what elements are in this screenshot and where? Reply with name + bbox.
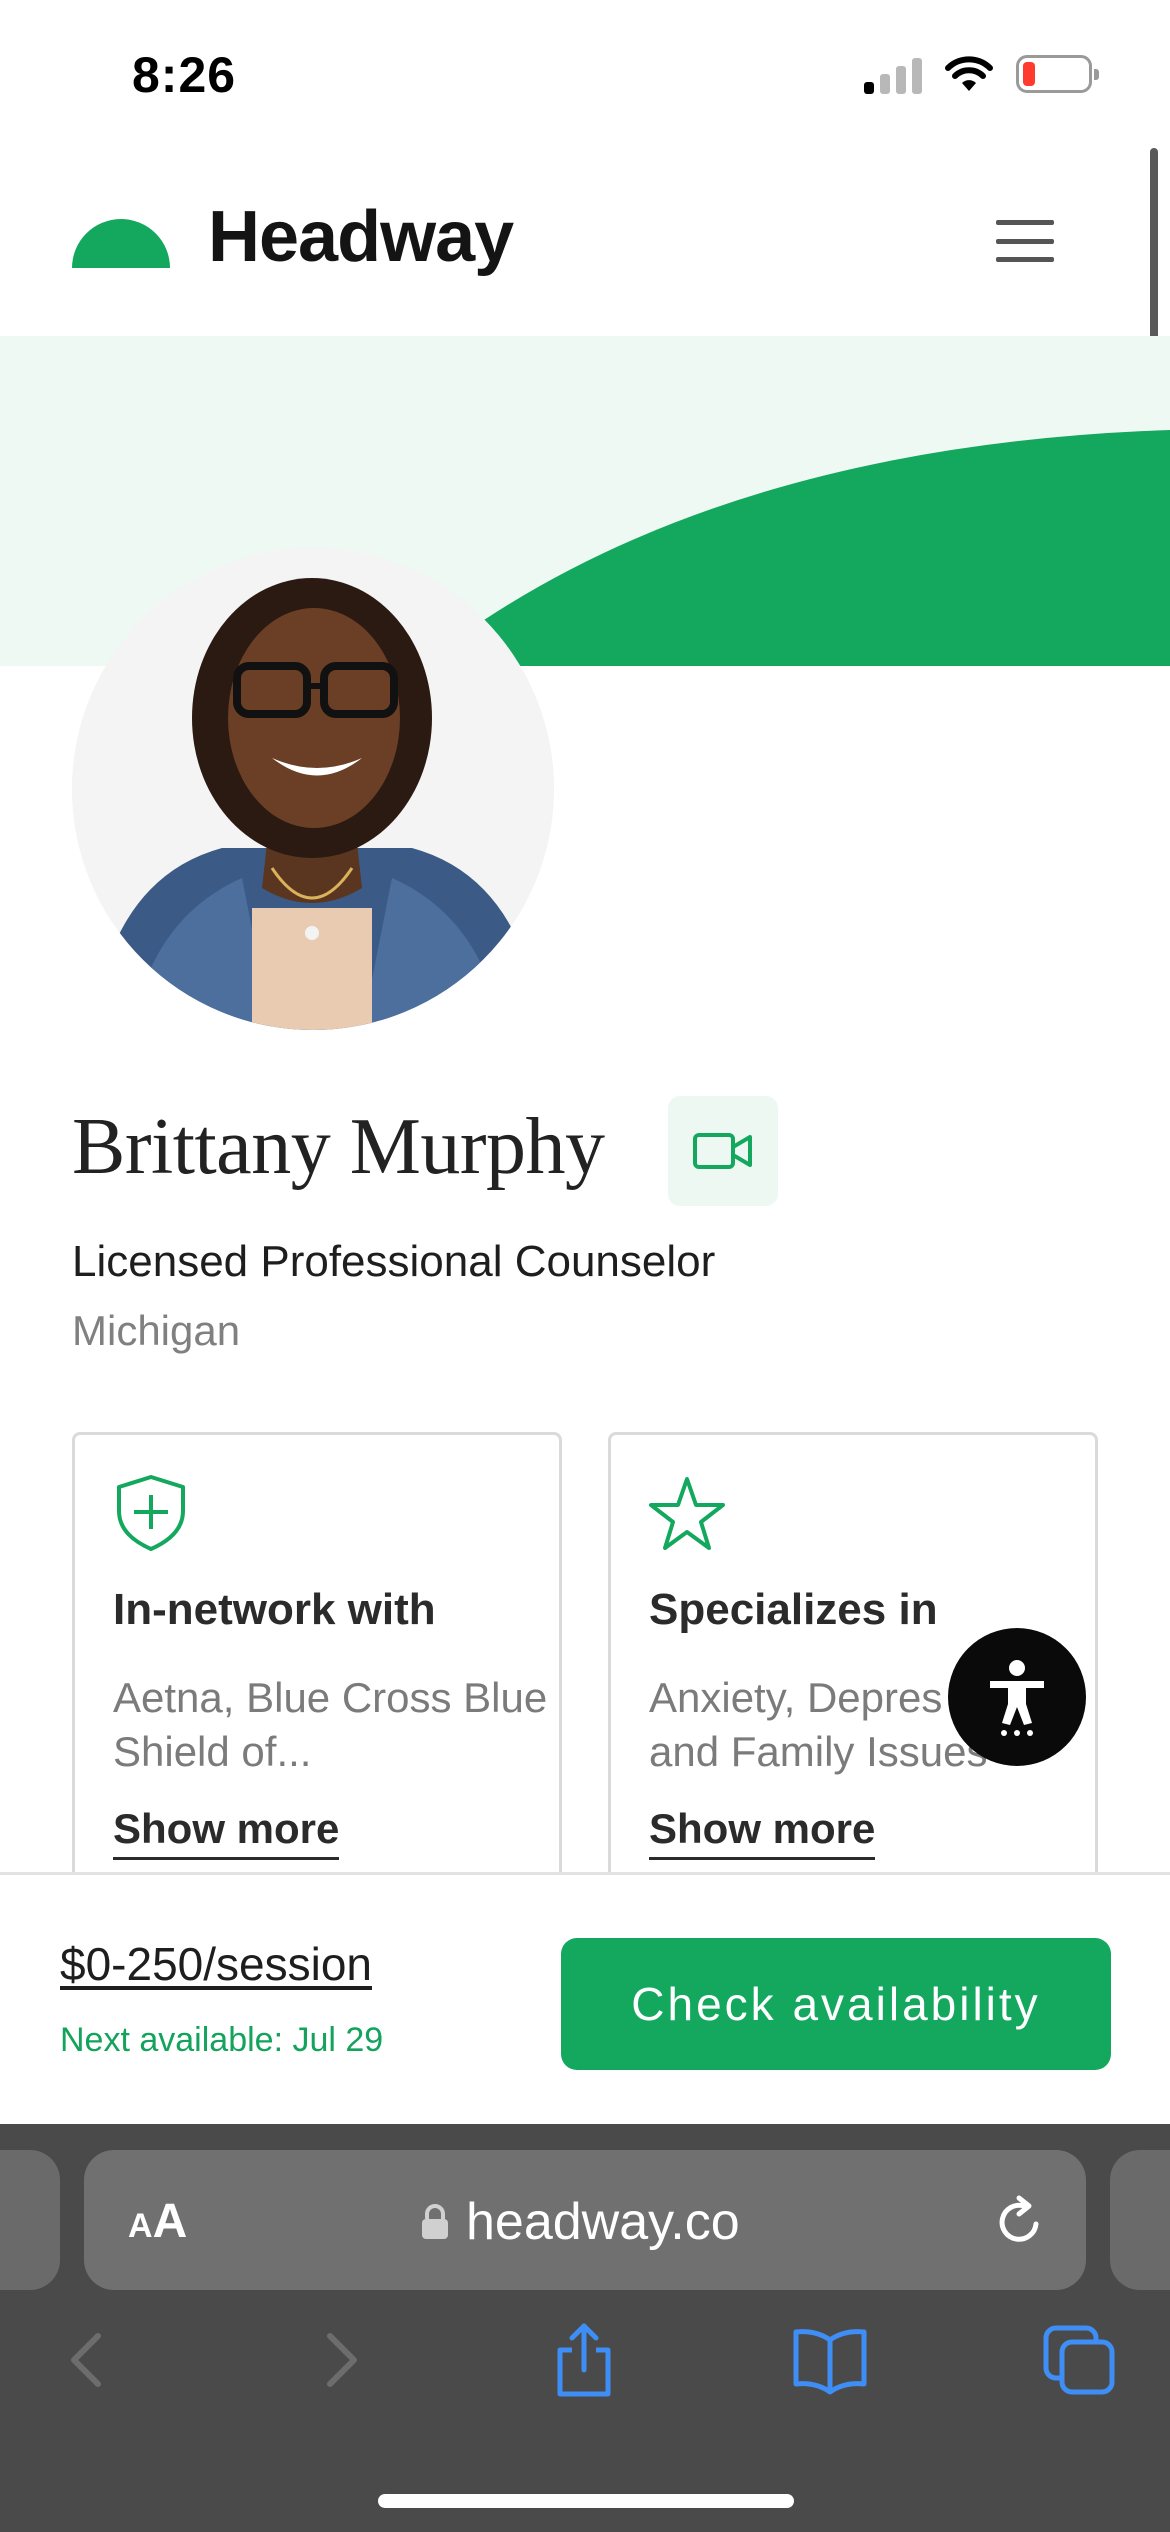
bookmarks-icon[interactable] (790, 2320, 870, 2400)
browser-toolbar (0, 2320, 1170, 2440)
booking-bar: $0-250/session Next available: Jul 29 Ch… (0, 1872, 1170, 2124)
tabs-icon[interactable] (1040, 2320, 1120, 2400)
accessibility-icon[interactable] (948, 1628, 1086, 1766)
menu-hamburger-icon[interactable] (990, 216, 1060, 266)
battery-icon (1016, 55, 1099, 93)
next-tab-preview[interactable] (1110, 2150, 1170, 2290)
site-header: Headway (0, 150, 1170, 330)
address-bar[interactable]: AA headway.co (84, 2150, 1086, 2290)
specialties-show-more-link[interactable]: Show more (649, 1805, 876, 1860)
card-title: In-network with (113, 1585, 436, 1634)
url-text[interactable]: headway.co (466, 2192, 740, 2252)
previous-tab-preview[interactable] (0, 2150, 60, 2290)
browser-chrome: AA headway.co (0, 2124, 1170, 2532)
star-icon (649, 1477, 725, 1550)
shield-plus-icon (117, 1475, 185, 1551)
next-available-text: Next available: Jul 29 (60, 2021, 384, 2059)
status-time: 8:26 (132, 47, 237, 103)
provider-license: Licensed Professional Counselor (72, 1237, 716, 1286)
back-chevron-icon[interactable] (48, 2320, 128, 2400)
card-title: Specializes in (649, 1585, 938, 1634)
forward-chevron-icon[interactable] (300, 2320, 380, 2400)
url-display[interactable]: headway.co (420, 2192, 740, 2252)
provider-avatar (72, 548, 554, 1030)
insurance-card: In-network with Aetna, Blue Cross Blue S… (72, 1432, 562, 1902)
lock-icon (422, 2204, 448, 2239)
insurance-show-more-link[interactable]: Show more (113, 1805, 340, 1860)
session-price-link[interactable]: $0-250/session (60, 1937, 372, 1991)
status-bar: 8:26 (0, 0, 1170, 140)
provider-location: Michigan (72, 1307, 241, 1354)
home-indicator[interactable] (378, 2494, 794, 2508)
logo-text[interactable]: Headway (208, 196, 514, 278)
provider-name: Brittany Murphy (72, 1103, 605, 1191)
text-size-button[interactable]: AA (128, 2194, 187, 2249)
cellular-signal-icon (864, 54, 922, 94)
status-icons (864, 54, 1099, 94)
card-body: Aetna, Blue Cross Blue Shield of... (113, 1674, 548, 1775)
share-icon[interactable] (544, 2320, 624, 2400)
reload-icon[interactable] (992, 2194, 1048, 2250)
headway-logo-icon[interactable] (72, 192, 170, 268)
video-session-icon (668, 1096, 778, 1206)
wifi-icon (945, 56, 993, 91)
check-availability-button[interactable]: Check availability (561, 1938, 1111, 2070)
